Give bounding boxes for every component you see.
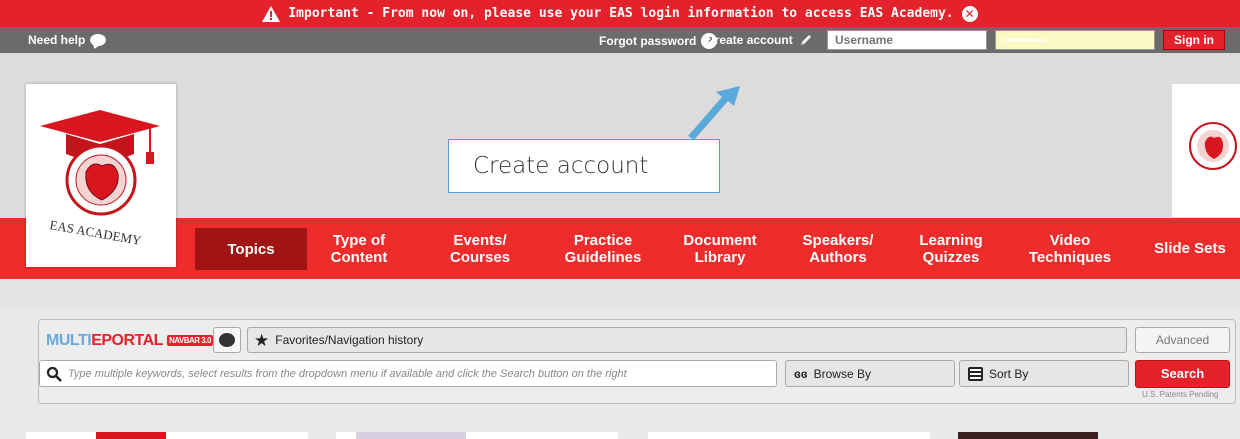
navbar-version-badge: NAVBAR 3.0	[166, 335, 213, 347]
nav-events-courses[interactable]: Events/ Courses	[432, 218, 528, 279]
star-icon: ★	[254, 330, 270, 350]
binoculars-icon: ɞɞ	[794, 366, 808, 381]
chat-bubble-icon	[90, 34, 107, 46]
logo-multi: MULTI	[46, 332, 92, 349]
callout-text: Create account	[473, 153, 649, 179]
nav-practice-guidelines[interactable]: Practice Guidelines	[550, 218, 656, 279]
create-account-callout: Create account	[448, 139, 720, 193]
content-card[interactable]	[336, 432, 618, 439]
create-account-label: Create account	[706, 33, 793, 47]
logo-eportal: EPORTAL	[91, 332, 163, 349]
sort-by-label: Sort By	[989, 366, 1029, 381]
sort-by-button[interactable]: Sort By	[959, 360, 1129, 387]
patent-notice: U.S. Patents Pending	[1142, 390, 1219, 399]
password-input[interactable]: ••••••••••	[995, 30, 1155, 50]
need-help-link[interactable]: Need help	[28, 33, 107, 47]
content-card[interactable]	[26, 432, 308, 439]
chat-button[interactable]	[213, 327, 241, 353]
username-input[interactable]	[827, 30, 987, 50]
advanced-button[interactable]: Advanced	[1135, 327, 1230, 353]
nav-speakers-authors[interactable]: Speakers/ Authors	[790, 218, 886, 279]
nav-slide-sets[interactable]: Slide Sets	[1150, 218, 1230, 279]
browse-by-label: Browse By	[813, 366, 871, 381]
multieportal-panel: MULTIEPORTAL NAVBAR 3.0 ★ Favorites/Navig…	[38, 319, 1236, 404]
sign-in-button[interactable]: Sign in	[1163, 30, 1225, 50]
important-alert-bar: Important - From now on, please use your…	[0, 0, 1240, 27]
header-banner	[0, 53, 1240, 218]
eas-academy-logo[interactable]: EAS ACADEMY	[26, 84, 176, 267]
main-navigation: Topics Type of Content Events/ Courses P…	[0, 218, 1240, 279]
nav-video-techniques[interactable]: Video Techniques	[1016, 218, 1124, 279]
forgot-password-link[interactable]: Forgot password ?	[599, 33, 718, 49]
favorites-label: Favorites/Navigation history	[275, 333, 424, 347]
chat-icon	[219, 333, 235, 347]
search-placeholder: Type multiple keywords, select results f…	[68, 367, 627, 380]
login-bar: Need help Forgot password ? Create accou…	[0, 27, 1240, 53]
search-input[interactable]: Type multiple keywords, select results f…	[39, 360, 777, 387]
forgot-password-label: Forgot password	[599, 34, 697, 48]
multieportal-logo: MULTIEPORTAL NAVBAR 3.0	[46, 332, 213, 350]
close-alert-icon[interactable]: ✕	[961, 5, 978, 22]
nav-learning-quizzes[interactable]: Learning Quizzes	[906, 218, 996, 279]
pencil-icon	[800, 35, 811, 45]
nav-document-library[interactable]: Document Library	[670, 218, 770, 279]
list-icon	[968, 366, 983, 381]
favorites-navigation-history[interactable]: ★ Favorites/Navigation history	[247, 327, 1127, 353]
content-card[interactable]	[958, 432, 1098, 439]
search-button[interactable]: Search	[1135, 360, 1230, 388]
warning-icon	[262, 5, 281, 22]
nav-topics[interactable]: Topics	[195, 228, 307, 270]
callout-arrow-icon	[688, 86, 740, 140]
content-card[interactable]	[648, 432, 930, 439]
create-account-link[interactable]: Create account	[706, 33, 813, 47]
need-help-label: Need help	[28, 33, 86, 47]
search-icon	[46, 366, 62, 382]
password-value: ••••••••••	[1003, 33, 1046, 47]
card-thumbnail	[96, 432, 166, 439]
divider-stripe	[0, 279, 1240, 309]
society-seal-right	[1172, 84, 1240, 217]
card-thumbnail	[356, 432, 466, 439]
alert-text: Important - From now on, please use your…	[288, 6, 954, 21]
logo-text: EAS ACADEMY	[49, 217, 144, 248]
browse-by-button[interactable]: ɞɞ Browse By	[785, 360, 955, 387]
nav-type-of-content[interactable]: Type of Content	[314, 218, 404, 279]
